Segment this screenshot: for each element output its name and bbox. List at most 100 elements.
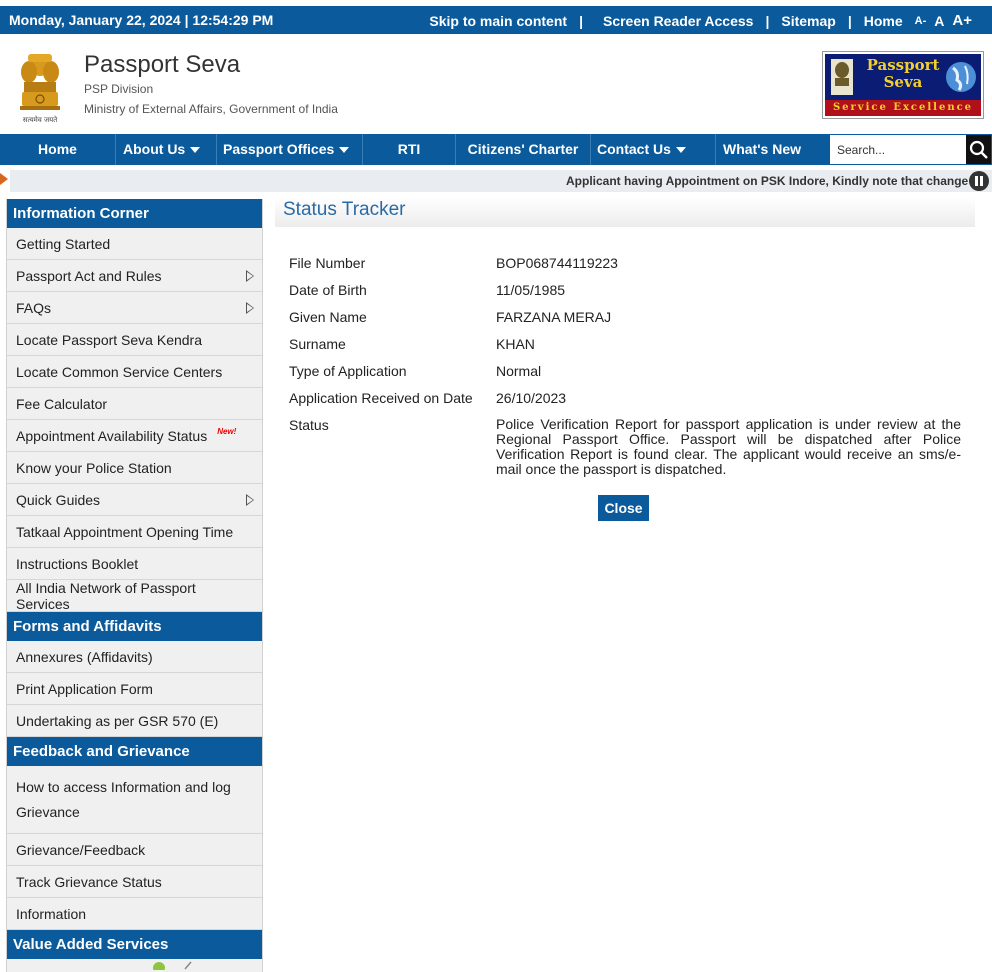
sidebar-item-undertaking[interactable]: Undertaking as per GSR 570 (E): [7, 705, 262, 737]
sidebar-item-network[interactable]: All India Network of Passport Services: [7, 580, 262, 612]
national-emblem-icon[interactable]: सत्यमेव जयते: [14, 46, 66, 126]
skip-to-main-link[interactable]: Skip to main content: [429, 13, 567, 29]
sidebar-item-label: Quick Guides: [16, 491, 101, 508]
sidebar-item-track-grievance[interactable]: Track Grievance Status: [7, 866, 262, 898]
sidebar-item-label: Information: [16, 905, 87, 922]
detail-row-given-name: Given Name FARZANA MERAJ: [289, 309, 961, 336]
sidebar-item-label: Locate Common Service Centers: [16, 363, 223, 380]
nav-rti-label: RTI: [397, 141, 421, 157]
top-utility-bar: Monday, January 22, 2024 | 12:54:29 PM S…: [0, 6, 992, 34]
search-icon: [969, 140, 988, 159]
sidebar-item-information[interactable]: Information: [7, 898, 262, 930]
page-title: Status Tracker: [283, 199, 406, 220]
sidebar-item-getting-started[interactable]: Getting Started: [7, 228, 262, 260]
detail-label: Surname: [289, 336, 346, 352]
nav-contact-us[interactable]: Contact Us: [591, 134, 716, 165]
detail-row-file-number: File Number BOP068744119223: [289, 255, 961, 282]
nav-about-us-label: About Us: [123, 141, 186, 157]
screen-reader-link[interactable]: Screen Reader Access: [603, 13, 753, 29]
sidebar-item-appointment-status[interactable]: Appointment Availability Status New!: [7, 420, 262, 452]
received-date-value: 26/10/2023: [496, 390, 567, 406]
sidebar-item-annexures[interactable]: Annexures (Affidavits): [7, 641, 262, 673]
separator: |: [765, 12, 770, 29]
nav-passport-offices[interactable]: Passport Offices: [217, 134, 363, 165]
nav-citizens-charter[interactable]: Citizens' Charter: [456, 134, 591, 165]
detail-label: Given Name: [289, 309, 367, 325]
sidebar-item-fee-calculator[interactable]: Fee Calculator: [7, 388, 262, 420]
sidebar-item-label: Track Grievance Status: [16, 873, 162, 890]
nav-home[interactable]: Home: [0, 134, 116, 165]
app-icons-strip: [7, 959, 262, 971]
sidebar-item-label: Annexures (Affidavits): [16, 648, 153, 665]
close-button[interactable]: Close: [598, 495, 649, 521]
sidebar-item-label: Tatkaal Appointment Opening Time: [16, 523, 234, 540]
ministry-label: Ministry of External Affairs, Government…: [84, 102, 338, 116]
nav-contact-us-label: Contact Us: [597, 141, 671, 157]
search-button[interactable]: [966, 135, 991, 164]
passport-seva-logo[interactable]: Passport Seva Service Excellence: [822, 51, 984, 119]
nav-whats-new-label: What's New: [723, 141, 802, 157]
sidebar-item-print-form[interactable]: Print Application Form: [7, 673, 262, 705]
announcement-text[interactable]: Applicant having Appointment on PSK Indo…: [566, 174, 968, 188]
nav-about-us[interactable]: About Us: [116, 134, 217, 165]
sidebar-item-label: FAQs: [16, 299, 52, 316]
sitemap-link[interactable]: Sitemap: [781, 13, 835, 29]
nav-whats-new[interactable]: What's New: [716, 134, 829, 165]
sidebar-item-faqs[interactable]: FAQs: [7, 292, 262, 324]
search-input[interactable]: [830, 135, 967, 164]
logo-tagline: Service Excellence: [825, 100, 981, 116]
given-name-value: FARZANA MERAJ: [496, 309, 612, 325]
division-label: PSP Division: [84, 82, 154, 96]
logo-wordmark: Passport Seva: [857, 57, 949, 91]
font-decrease-button[interactable]: A-: [915, 15, 927, 27]
main-navigation: Home About Us Passport Offices RTI Citiz…: [0, 134, 992, 165]
marquee-arrow-icon: [0, 173, 8, 185]
detail-row-surname: Surname KHAN: [289, 336, 961, 363]
sidebar-item-label: Instructions Booklet: [16, 555, 139, 572]
application-type-value: Normal: [496, 363, 542, 379]
pause-icon[interactable]: [969, 171, 989, 191]
file-number-value: BOP068744119223: [496, 255, 618, 271]
font-increase-button[interactable]: A+: [952, 12, 972, 29]
left-sidebar: Information Corner Getting Started Passp…: [6, 199, 263, 972]
sidebar-item-police-station[interactable]: Know your Police Station: [7, 452, 262, 484]
chevron-down-icon: [339, 147, 350, 154]
nav-rti[interactable]: RTI: [363, 134, 456, 165]
chevron-right-icon: [246, 301, 254, 314]
dob-value: 11/05/1985: [496, 282, 566, 298]
sidebar-item-label: How to access Information and log Grieva…: [16, 778, 231, 820]
detail-row-type: Type of Application Normal: [289, 363, 961, 390]
detail-row-dob: Date of Birth 11/05/1985: [289, 282, 961, 309]
sidebar-item-passport-act[interactable]: Passport Act and Rules: [7, 260, 262, 292]
status-value: Police Verification Report for passport …: [496, 416, 961, 477]
sidebar-item-instructions[interactable]: Instructions Booklet: [7, 548, 262, 580]
sidebar-item-access-info[interactable]: How to access Information and log Grieva…: [7, 766, 262, 834]
status-tracker-header: Status Tracker: [275, 197, 975, 227]
font-normal-button[interactable]: A: [934, 13, 944, 29]
chevron-right-icon: [246, 493, 254, 506]
top-home-link[interactable]: Home: [864, 13, 903, 29]
detail-label: Date of Birth: [289, 282, 367, 298]
sidebar-item-label: Appointment Availability Status: [16, 427, 208, 444]
separator: |: [847, 12, 852, 29]
feedback-heading: Feedback and Grievance: [7, 737, 262, 766]
detail-row-status: Status Police Verification Report for pa…: [289, 417, 961, 487]
nav-passport-offices-label: Passport Offices: [223, 141, 335, 157]
logo-line-1: Passport: [866, 56, 940, 74]
nav-home-label: Home: [38, 141, 77, 157]
search-box: [829, 134, 992, 165]
detail-row-received: Application Received on Date 26/10/2023: [289, 390, 961, 417]
sidebar-item-tatkaal-time[interactable]: Tatkaal Appointment Opening Time: [7, 516, 262, 548]
forms-heading: Forms and Affidavits: [7, 612, 262, 641]
sidebar-item-locate-csc[interactable]: Locate Common Service Centers: [7, 356, 262, 388]
sidebar-item-grievance-feedback[interactable]: Grievance/Feedback: [7, 834, 262, 866]
sidebar-item-label: Print Application Form: [16, 680, 153, 697]
globe-icon: [946, 62, 976, 92]
separator: |: [579, 12, 583, 29]
android-icon[interactable]: [151, 960, 201, 970]
sidebar-item-locate-psk[interactable]: Locate Passport Seva Kendra: [7, 324, 262, 356]
sidebar-item-quick-guides[interactable]: Quick Guides: [7, 484, 262, 516]
detail-label: Type of Application: [289, 363, 407, 379]
sidebar-item-label: Fee Calculator: [16, 395, 108, 412]
sidebar-item-label: All India Network of Passport Services: [16, 579, 196, 612]
